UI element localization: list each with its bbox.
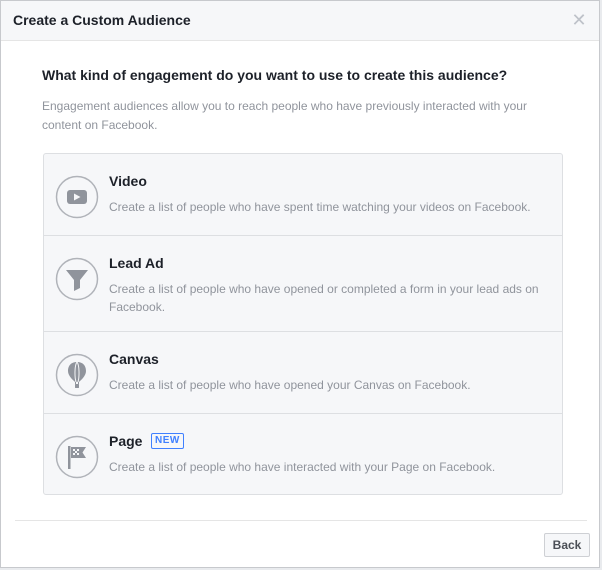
close-icon[interactable]: ✕ bbox=[569, 10, 589, 30]
option-title: Video bbox=[109, 173, 147, 189]
option-title: Page bbox=[109, 433, 143, 449]
option-lead-ad[interactable]: Lead Ad Create a list of people who have… bbox=[44, 236, 562, 332]
option-description: Create a list of people who have opened … bbox=[109, 378, 471, 392]
option-title: Canvas bbox=[109, 351, 159, 367]
create-custom-audience-dialog: Create a Custom Audience ✕ What kind of … bbox=[0, 0, 600, 568]
funnel-icon bbox=[55, 257, 99, 301]
footer-divider bbox=[15, 520, 587, 521]
engagement-question: What kind of engagement do you want to u… bbox=[42, 67, 508, 83]
engagement-description: Engagement audiences allow you to reach … bbox=[42, 99, 527, 132]
option-description: Create a list of people who have spent t… bbox=[109, 200, 531, 214]
option-description: Create a list of people who have interac… bbox=[109, 460, 496, 474]
option-canvas[interactable]: Canvas Create a list of people who have … bbox=[44, 332, 562, 414]
new-badge: NEW bbox=[151, 433, 184, 449]
option-page[interactable]: Page NEW Create a list of people who hav… bbox=[44, 414, 562, 494]
dialog-title: Create a Custom Audience bbox=[13, 12, 191, 28]
option-video[interactable]: Video Create a list of people who have s… bbox=[44, 154, 562, 236]
dialog-header: Create a Custom Audience ✕ bbox=[1, 1, 599, 41]
engagement-options-list: Video Create a list of people who have s… bbox=[43, 153, 563, 495]
balloon-icon bbox=[55, 353, 99, 397]
option-description: Create a list of people who have opened … bbox=[109, 282, 539, 314]
flag-icon bbox=[55, 435, 99, 479]
option-title: Lead Ad bbox=[109, 255, 164, 271]
video-icon bbox=[55, 175, 99, 219]
back-button[interactable]: Back bbox=[544, 533, 590, 557]
